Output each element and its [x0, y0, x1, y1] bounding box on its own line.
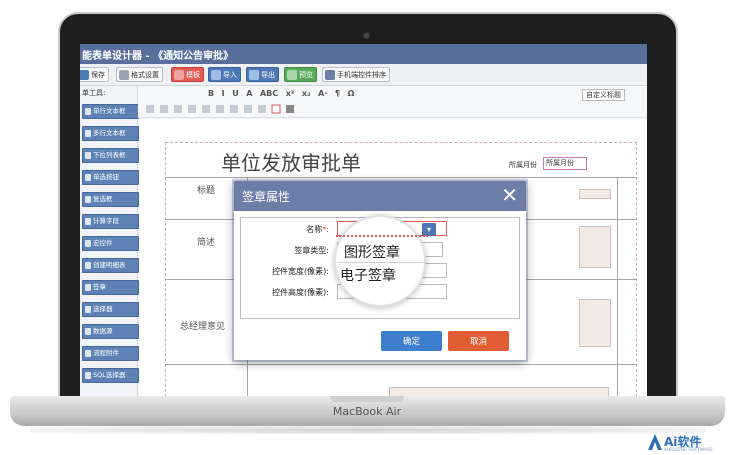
width-label: 控件宽度(像素):	[272, 267, 329, 276]
watermark-logo: Ai软件 AIKUSOHE SOFTWARE	[645, 432, 730, 454]
magnified-input-edge	[336, 225, 428, 237]
name-label: 名称*:	[306, 225, 329, 234]
option-divider	[338, 262, 426, 263]
height-label: 控件高度(像素):	[272, 288, 329, 297]
laptop-notch	[330, 396, 404, 402]
confirm-button[interactable]: 确定	[381, 331, 442, 351]
camera-icon	[363, 32, 370, 39]
watermark-subtext: AIKUSOHE SOFTWARE	[664, 447, 714, 452]
laptop-shadow	[30, 426, 705, 434]
option-graphic-stamp[interactable]: 图形签章	[344, 242, 400, 262]
dialog-title: 签章属性	[242, 190, 291, 204]
cancel-button[interactable]: 取消	[448, 331, 509, 351]
logo-icon	[648, 434, 662, 450]
screen: 能表单设计器 - 《通知公告审批》 保存 格式设置 模板 导入 导出 预览 手机…	[80, 44, 647, 396]
stamp-type-label: 签章类型:	[294, 246, 329, 255]
laptop-brand-label: MacBook Air	[332, 405, 402, 418]
dropdown-magnifier: 图形签章 电子签章	[334, 215, 428, 307]
dialog-header: 签章属性 ✕	[234, 181, 526, 211]
option-electronic-stamp[interactable]: 电子签章	[340, 265, 396, 285]
close-icon[interactable]: ✕	[501, 184, 518, 206]
